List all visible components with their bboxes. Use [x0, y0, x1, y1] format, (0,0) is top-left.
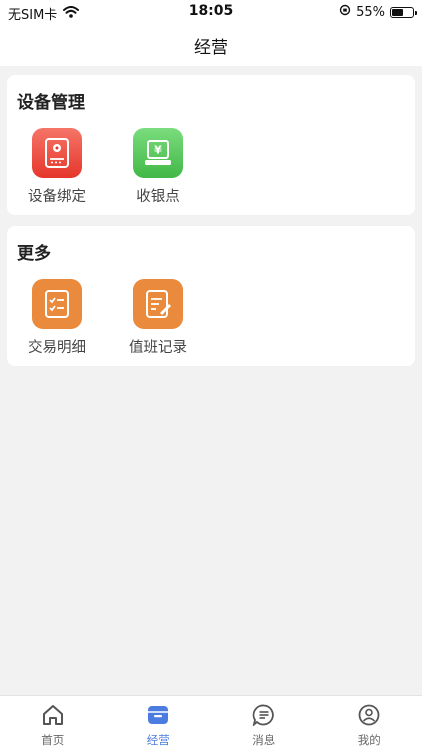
- device-binding-button[interactable]: 设备绑定: [12, 128, 102, 206]
- tile-label: 设备绑定: [28, 189, 86, 205]
- tab-label: 消息: [252, 733, 276, 747]
- status-right: 55%: [339, 4, 417, 20]
- business-icon: [146, 704, 170, 730]
- tab-profile[interactable]: 我的: [317, 696, 422, 750]
- tab-bar: 首页 经营 消息 我的: [0, 695, 422, 750]
- status-bar: 无SIM卡 18:05 55%: [0, 0, 422, 24]
- battery-icon: [390, 6, 417, 18]
- note-edit-icon: [133, 279, 183, 329]
- device-management-card: 设备管理 设备绑定 ¥ 收银点: [7, 75, 415, 215]
- tab-label: 经营: [146, 733, 170, 747]
- tab-label: 首页: [41, 733, 65, 747]
- more-card: 更多 交易明细 值班记录: [7, 226, 415, 366]
- device-icon: [32, 128, 82, 178]
- page-title: 经营: [194, 37, 228, 58]
- orientation-lock-icon: [339, 4, 351, 20]
- tab-home[interactable]: 首页: [0, 696, 106, 750]
- tab-business[interactable]: 经营: [106, 696, 212, 750]
- tile-label: 值班记录: [129, 340, 187, 356]
- tile-label: 收银点: [136, 189, 180, 205]
- tab-messages[interactable]: 消息: [211, 696, 317, 750]
- battery-percent: 55%: [356, 4, 385, 20]
- tab-label: 我的: [357, 733, 381, 747]
- section-title: 更多: [17, 244, 51, 264]
- checklist-icon: [32, 279, 82, 329]
- transaction-details-button[interactable]: 交易明细: [12, 279, 102, 357]
- tile-label: 交易明细: [28, 340, 86, 356]
- shift-records-button[interactable]: 值班记录: [113, 279, 203, 357]
- cash-register-button[interactable]: ¥ 收银点: [113, 128, 203, 206]
- cash-register-icon: ¥: [133, 128, 183, 178]
- home-icon: [41, 704, 65, 730]
- section-title: 设备管理: [17, 93, 85, 113]
- profile-icon: [357, 704, 381, 730]
- svg-text:¥: ¥: [154, 144, 162, 157]
- battery-level: [392, 8, 403, 16]
- nav-bar: 经营: [0, 24, 422, 66]
- message-icon: [252, 704, 276, 730]
